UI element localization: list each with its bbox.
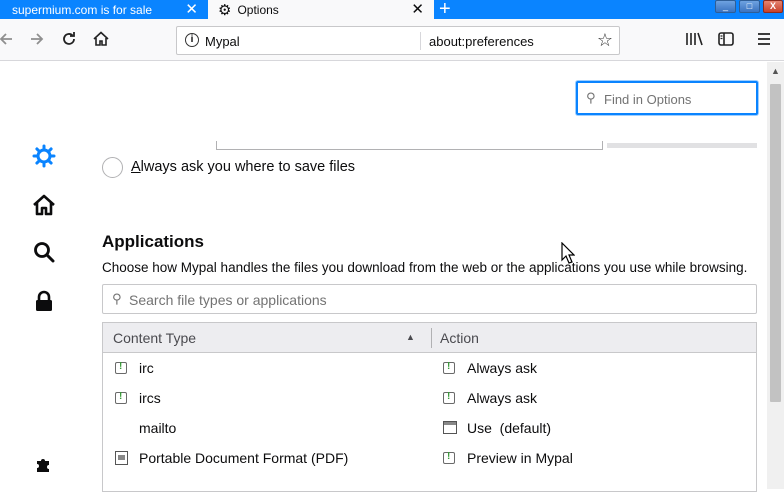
file-type-search-input[interactable]: ⚲ Search file types or applications [102,284,757,314]
urlbar-divider [420,32,421,50]
applications-table: Content Type ▲ Action irc Always ask irc… [102,322,757,492]
url-text[interactable]: about:preferences [429,34,534,49]
mouse-cursor-icon [561,242,575,264]
find-in-options-input[interactable]: ⚲ Find in Options [576,81,758,115]
search-icon: ⚲ [586,90,596,105]
chat-icon [443,361,455,374]
category-home-icon[interactable] [30,191,58,219]
category-privacy-lock-icon[interactable] [30,287,58,315]
content-type-cell: Portable Document Format (PDF) [139,450,349,466]
tab-label: Options [237,2,279,17]
table-row[interactable]: irc Always ask [103,353,756,383]
chat-icon [443,451,455,464]
forward-icon[interactable] [25,27,49,51]
maximize-button[interactable]: □ [739,0,760,13]
applications-heading: Applications [102,232,205,251]
blank-icon [113,420,129,436]
table-row[interactable]: Portable Document Format (PDF) Preview i… [103,443,756,473]
browse-button[interactable] [607,143,757,148]
navigation-toolbar: i Mypal about:preferences ☆ [0,19,784,61]
action-column-header[interactable]: Action [440,330,479,346]
sort-ascending-icon[interactable]: ▲ [406,332,415,342]
chat-icon [443,391,455,404]
always-ask-label[interactable]: Always ask you where to save files [131,159,355,175]
table-row[interactable]: ircs Always ask [103,383,756,413]
tab-close-icon[interactable]: ✕ [411,0,424,19]
content-type-column-header[interactable]: Content Type [113,330,196,346]
applications-description: Choose how Mypal handles the files you d… [102,260,748,275]
library-icon[interactable] [682,27,706,51]
back-icon[interactable] [0,27,18,51]
table-header: Content Type ▲ Action [103,323,756,353]
app-icon [443,421,457,434]
new-tab-button[interactable]: + [439,0,451,21]
action-cell[interactable]: Preview in Mypal [467,450,573,466]
chat-icon [115,391,127,404]
action-cell[interactable]: Always ask [467,360,537,376]
home-icon[interactable] [89,27,113,51]
content-type-cell: ircs [139,390,161,406]
action-cell[interactable]: Always ask [467,390,537,406]
chat-icon [115,361,127,374]
scroll-up-icon[interactable]: ▲ [771,66,780,76]
reload-icon[interactable] [57,27,81,51]
url-bar[interactable]: i Mypal about:preferences ☆ [176,26,620,55]
search-icon: ⚲ [112,291,122,306]
info-icon[interactable]: i [185,33,199,47]
addons-puzzle-icon[interactable] [30,450,58,478]
column-divider[interactable] [431,328,432,348]
tab-label: supermium.com is for sale [12,2,153,17]
action-cell[interactable]: Use (default) [467,420,551,436]
tab-options[interactable]: ⚙ Options ✕ [208,0,434,19]
category-general-gear-icon[interactable] [30,142,58,170]
category-search-icon[interactable] [30,238,58,266]
page-scrollbar[interactable]: ▲ [767,62,784,489]
gear-icon: ⚙ [218,1,232,19]
tab-strip: supermium.com is for sale ✕ ⚙ Options ✕ … [0,0,784,21]
find-placeholder: Find in Options [604,92,692,107]
tab-supermium[interactable]: supermium.com is for sale ✕ [0,0,208,19]
sidebar-toggle-icon[interactable] [714,27,738,51]
content-type-cell: mailto [139,420,177,436]
always-ask-radio[interactable] [102,157,123,178]
close-window-button[interactable]: X [763,0,783,13]
bookmark-star-icon[interactable]: ☆ [597,30,613,51]
site-identity[interactable]: Mypal [205,34,240,49]
content-type-cell: irc [139,360,154,376]
minimize-button[interactable]: _ [715,0,736,13]
scroll-thumb[interactable] [770,84,781,402]
search-placeholder: Search file types or applications [129,292,327,308]
download-folder-field[interactable] [216,141,603,150]
menu-icon[interactable] [752,27,776,51]
pdf-icon [115,451,128,465]
table-row[interactable]: mailto Use (default) [103,413,756,443]
tab-close-icon[interactable]: ✕ [185,0,198,19]
